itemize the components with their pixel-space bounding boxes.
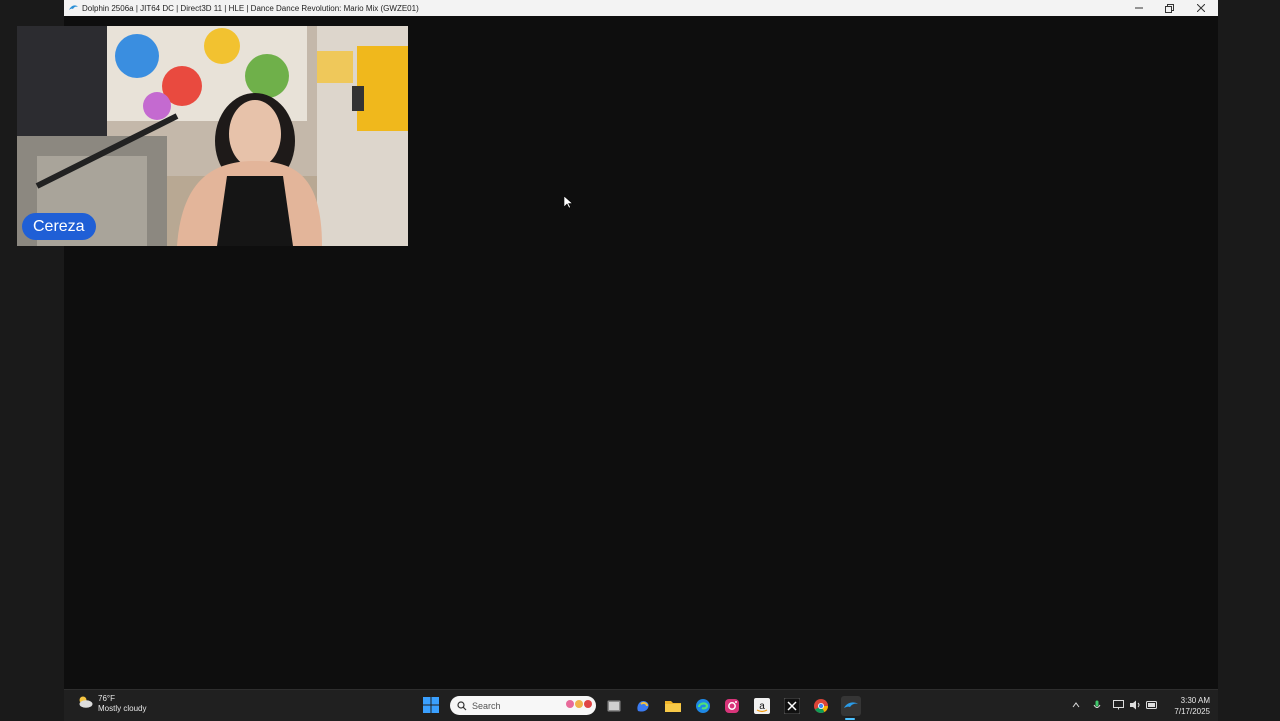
edge-icon[interactable] (693, 696, 713, 716)
search-icon (457, 700, 467, 711)
weather-text: 76°F Mostly cloudy (98, 694, 146, 714)
windows-start-icon[interactable] (422, 696, 442, 716)
task-view-icon[interactable] (604, 696, 624, 716)
partly-cloudy-icon (76, 695, 94, 714)
weather-widget[interactable]: 76°F Mostly cloudy (76, 694, 146, 714)
window-title: Dolphin 2506a | JIT64 DC | Direct3D 11 |… (82, 3, 419, 13)
taskbar-search-box[interactable]: Search (450, 696, 596, 715)
clock-time: 3:30 AM (1180, 696, 1210, 705)
microphone-icon[interactable] (1090, 698, 1104, 712)
participant-name-tag: Cereza (22, 213, 96, 240)
file-explorer-icon[interactable] (663, 696, 683, 716)
close-icon[interactable] (1186, 0, 1216, 16)
amazon-icon[interactable]: a (752, 696, 772, 716)
mouse-cursor-icon (563, 195, 574, 214)
weather-temperature: 76°F (98, 694, 115, 703)
restore-icon[interactable] (1154, 0, 1184, 16)
chevron-up-icon[interactable] (1069, 698, 1083, 712)
dolphin-icon[interactable] (841, 696, 861, 716)
copilot-icon[interactable] (633, 696, 653, 716)
minimize-icon[interactable] (1124, 0, 1154, 16)
battery-icon[interactable] (1145, 698, 1159, 712)
dolphin-app-icon (67, 2, 79, 14)
clock-date: 7/17/2025 (1174, 707, 1210, 716)
system-clock[interactable]: 3:30 AM 7/17/2025 (1160, 695, 1210, 717)
volume-icon[interactable] (1128, 698, 1142, 712)
taskbar: 76°F Mostly cloudy Search a 3:30 AM 7/17… (64, 689, 1218, 721)
webcam-overlay: Cereza (17, 26, 408, 246)
chrome-icon[interactable] (811, 696, 831, 716)
instagram-icon[interactable] (722, 696, 742, 716)
network-icon[interactable] (1111, 698, 1125, 712)
svg-text:a: a (759, 701, 765, 712)
search-placeholder: Search (472, 700, 501, 711)
search-highlight-icon (565, 700, 592, 708)
x-icon[interactable] (782, 696, 802, 716)
title-bar[interactable]: Dolphin 2506a | JIT64 DC | Direct3D 11 |… (64, 0, 1218, 17)
weather-condition: Mostly cloudy (98, 704, 147, 713)
